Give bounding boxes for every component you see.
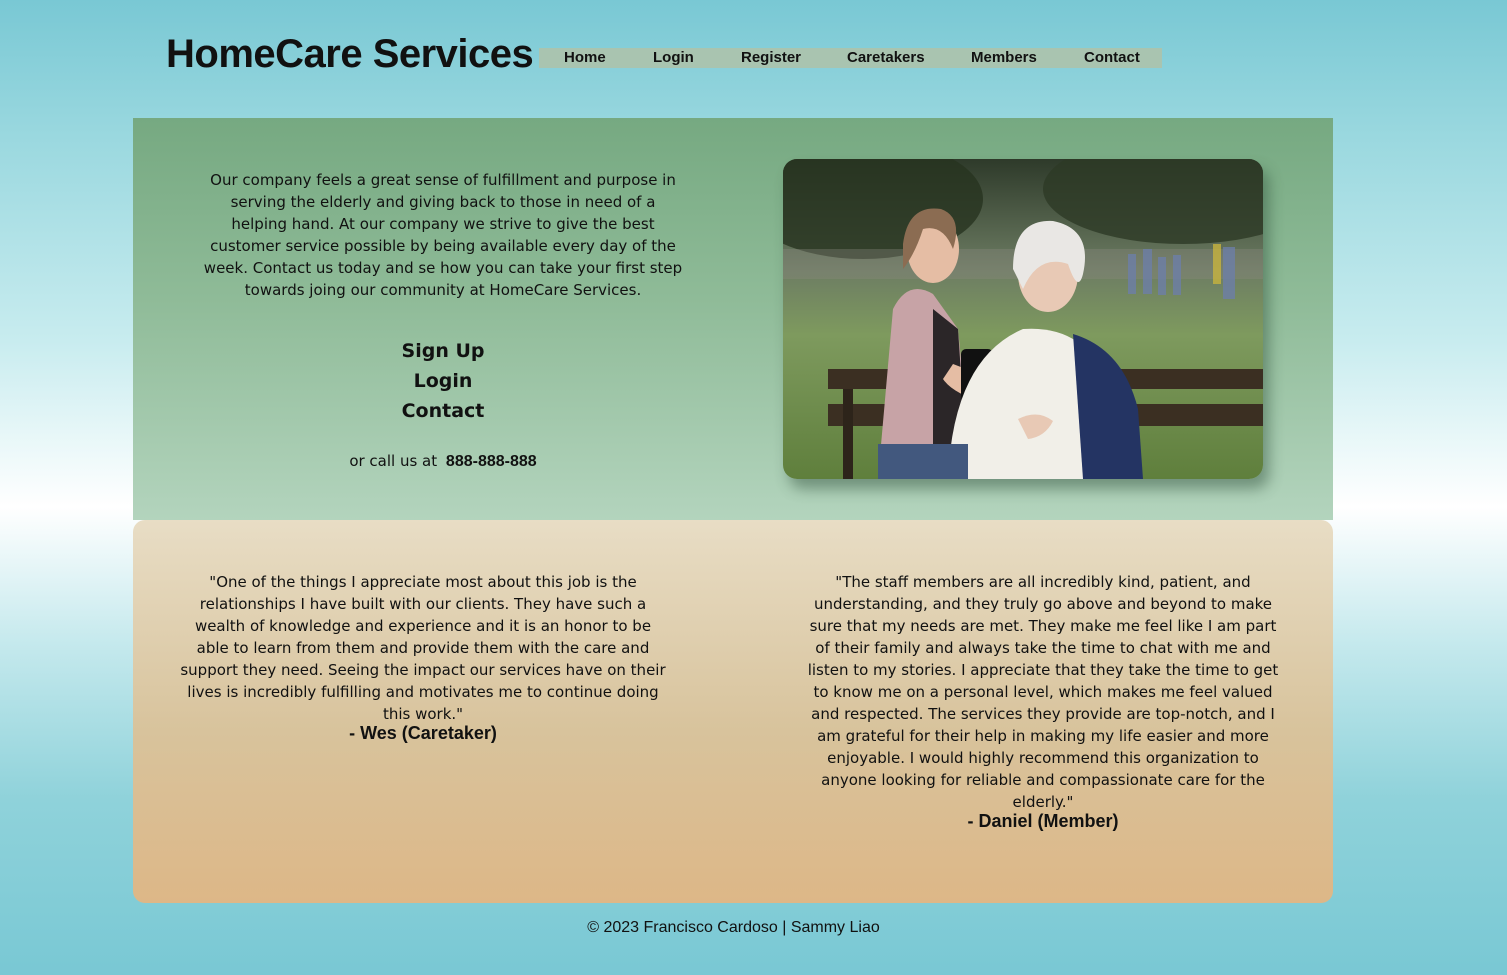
login-link[interactable]: Login	[343, 370, 543, 392]
hero-section: Our company feels a great sense of fulfi…	[133, 118, 1333, 520]
call-prefix: or call us at	[349, 452, 438, 470]
testimonials-section: "One of the things I appreciate most abo…	[133, 520, 1333, 903]
nav-home-link[interactable]: Home	[564, 49, 606, 66]
nav-contact-link[interactable]: Contact	[1084, 49, 1140, 66]
nav-login-link[interactable]: Login	[653, 49, 694, 66]
testimonial-author-member: - Daniel (Member)	[967, 811, 1119, 831]
phone-number: 888-888-888	[445, 453, 537, 470]
contact-link[interactable]: Contact	[343, 400, 543, 422]
main-nav: Home Login Register Caretakers Members C…	[539, 48, 1162, 68]
nav-caretakers-link[interactable]: Caretakers	[847, 49, 925, 66]
nav-register-link[interactable]: Register	[741, 49, 801, 66]
nav-members-link[interactable]: Members	[971, 49, 1037, 66]
testimonial-quote-caretaker: "One of the things I appreciate most abo…	[180, 573, 666, 723]
caregiver-with-elder-image	[783, 159, 1263, 479]
testimonial-quote-member: "The staff members are all incredibly ki…	[807, 573, 1279, 811]
site-title: HomeCare Services	[166, 32, 534, 76]
sign-up-link[interactable]: Sign Up	[343, 340, 543, 362]
intro-paragraph: Our company feels a great sense of fulfi…	[203, 171, 683, 299]
hero-photo	[783, 159, 1263, 479]
testimonial-author-caretaker: - Wes (Caretaker)	[349, 723, 497, 743]
call-us-line: or call us at 888-888-888	[243, 452, 643, 471]
footer-copyright: © 2023 Francisco Cardoso | Sammy Liao	[587, 919, 880, 936]
